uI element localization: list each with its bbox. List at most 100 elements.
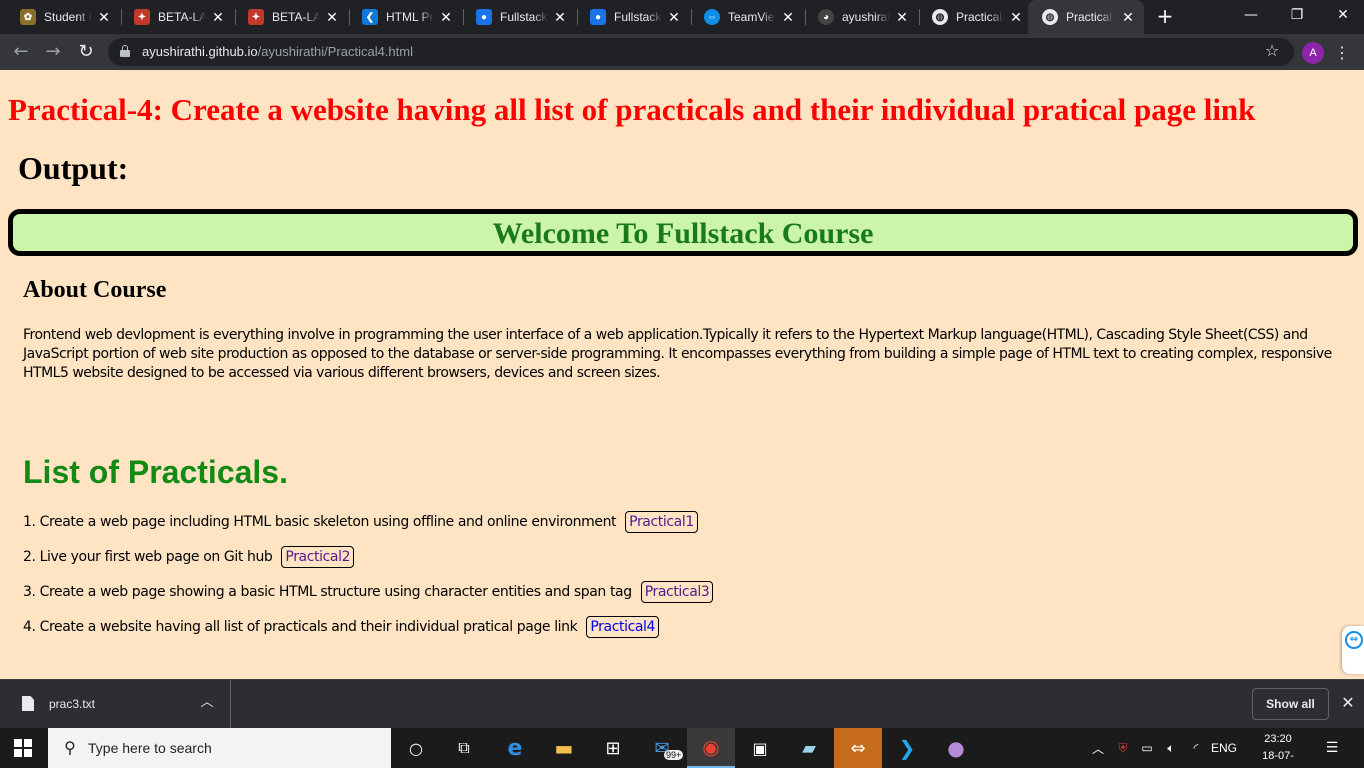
- notification-center-icon[interactable]: ☰: [1322, 738, 1342, 758]
- clock-date: 18-07-2020: [1262, 750, 1294, 768]
- url-path: /ayushirathi/Practical4.html: [257, 44, 413, 59]
- practical-link-2[interactable]: Practical2: [281, 546, 355, 568]
- close-icon[interactable]: ✕: [552, 9, 568, 25]
- cortana-icon[interactable]: ○: [392, 728, 440, 768]
- battery-icon[interactable]: ▭: [1136, 728, 1158, 768]
- tab[interactable]: ✦ BETA-LAB ✕: [114, 0, 234, 34]
- tab[interactable]: ● Fullstack ✕: [456, 0, 576, 34]
- mail-badge: 99+: [664, 750, 684, 760]
- store-icon[interactable]: ⊞: [589, 728, 637, 768]
- about-heading: About Course: [23, 277, 167, 303]
- tab-title: Practical-: [956, 10, 1004, 24]
- close-icon[interactable]: ✕: [1120, 9, 1136, 25]
- vscode-icon[interactable]: ❯: [883, 728, 931, 768]
- tab[interactable]: ◕ ayushirat ✕: [798, 0, 918, 34]
- practical-description: 4. Create a website having all list of p…: [23, 619, 578, 635]
- file-explorer-icon[interactable]: ▬: [540, 728, 588, 768]
- mail-icon[interactable]: ✉ 99+: [638, 728, 686, 768]
- windows-start-icon[interactable]: [14, 739, 32, 757]
- close-icon[interactable]: ✕: [96, 9, 112, 25]
- close-window-button[interactable]: ✕: [1320, 0, 1364, 30]
- tab-title: Practical-: [1066, 10, 1114, 24]
- language-indicator[interactable]: ENG: [1208, 728, 1240, 768]
- antivirus-icon[interactable]: ⛨: [1112, 728, 1134, 768]
- reload-button[interactable]: ↻: [74, 40, 98, 64]
- tab-title: BETA-LAB: [158, 10, 206, 24]
- new-tab-button[interactable]: +: [1154, 5, 1176, 27]
- output-heading: Output:: [18, 150, 129, 186]
- volume-icon[interactable]: 🔈︎: [1160, 728, 1182, 768]
- practical-description: 2. Live your first web page on Git hub: [23, 549, 273, 565]
- back-button[interactable]: ←: [9, 40, 33, 64]
- close-icon[interactable]: ✕: [666, 9, 682, 25]
- page-title: Practical-4: Create a website having all…: [8, 92, 1256, 127]
- chevron-up-icon[interactable]: ︿: [1088, 728, 1108, 768]
- practical-description: 1. Create a web page including HTML basi…: [23, 514, 617, 530]
- list-item: 4. Create a website having all list of p…: [23, 616, 660, 638]
- tab-strip: ✿ Student C ✕ ✦ BETA-LAB ✕ ✦ BETA-LAB ✕ …: [0, 0, 1364, 34]
- edge-icon[interactable]: e: [491, 728, 539, 768]
- classroom-favicon-icon: ●: [476, 9, 492, 25]
- notepad-icon[interactable]: ▰: [785, 728, 833, 768]
- url-text: ayushirathi.github.io/ayushirathi/Practi…: [142, 44, 413, 59]
- close-icon[interactable]: ✕: [324, 9, 340, 25]
- tab[interactable]: ✦ BETA-LAB ✕: [228, 0, 348, 34]
- list-heading: List of Practicals.: [23, 454, 288, 490]
- close-icon[interactable]: ✕: [1008, 9, 1024, 25]
- chevron-up-icon[interactable]: ︿: [199, 693, 215, 713]
- github-desktop-icon[interactable]: ●: [932, 728, 980, 768]
- menu-kebab-icon[interactable]: ⋮: [1334, 42, 1350, 64]
- practical-link-1[interactable]: Practical1: [625, 511, 698, 533]
- wifi-icon[interactable]: ◜: [1185, 728, 1207, 768]
- teamviewer-widget[interactable]: ⇔: [1342, 626, 1364, 674]
- beta-lab-favicon-icon: ✦: [134, 9, 150, 25]
- tab-title: ayushirat: [842, 10, 890, 24]
- tab-title: BETA-LAB: [272, 10, 320, 24]
- close-icon[interactable]: ✕: [438, 9, 454, 25]
- tab[interactable]: ⇔ TeamView ✕: [684, 0, 804, 34]
- tab[interactable]: ❮ HTML Pra ✕: [342, 0, 462, 34]
- page-content: Practical-4: Create a website having all…: [0, 70, 1364, 679]
- close-icon[interactable]: ✕: [1338, 693, 1358, 713]
- windows-taskbar: ⚲ Type here to search ○ ⧉ e ▬ ⊞ ✉ 99+ ◉ ▣…: [0, 728, 1364, 768]
- tab[interactable]: ◍ Practical- ✕: [912, 0, 1032, 34]
- browser-toolbar: ← → ↻ ayushirathi.github.io/ayushirathi/…: [0, 34, 1364, 70]
- practical-description: 3. Create a web page showing a basic HTM…: [23, 584, 632, 600]
- close-icon[interactable]: ✕: [780, 9, 796, 25]
- task-view-icon[interactable]: ⧉: [440, 728, 488, 768]
- list-item: 2. Live your first web page on Git hub P…: [23, 546, 355, 568]
- welcome-banner: Welcome To Fullstack Course: [8, 209, 1358, 256]
- close-icon[interactable]: ✕: [210, 9, 226, 25]
- forward-button[interactable]: →: [41, 40, 65, 64]
- system-clock[interactable]: 23:20 18-07-2020: [1250, 731, 1306, 768]
- tab-title: Fullstack: [614, 10, 662, 24]
- tab[interactable]: ● Fullstack ✕: [570, 0, 690, 34]
- show-all-button[interactable]: Show all: [1252, 688, 1329, 720]
- profile-avatar[interactable]: A: [1302, 42, 1324, 64]
- tab-title: Fullstack: [500, 10, 548, 24]
- practical-link-4[interactable]: Practical4: [586, 616, 660, 638]
- bookmark-star-icon[interactable]: ☆: [1262, 41, 1282, 61]
- taskbar-search-input[interactable]: ⚲ Type here to search: [48, 728, 391, 768]
- practical-link-3[interactable]: Practical3: [640, 581, 714, 603]
- download-item[interactable]: prac3.txt ︿: [0, 680, 231, 729]
- lock-icon: [120, 45, 130, 57]
- file-icon: [22, 696, 34, 711]
- teamviewer-favicon-icon: ⇔: [704, 9, 720, 25]
- github-favicon-icon: ◕: [818, 9, 834, 25]
- close-icon[interactable]: ✕: [894, 9, 910, 25]
- student-favicon-icon: ✿: [20, 9, 36, 25]
- welcome-banner-text: Welcome To Fullstack Course: [492, 217, 874, 250]
- tab-title: HTML Pra: [386, 10, 434, 24]
- minimize-button[interactable]: —: [1228, 0, 1274, 30]
- classroom-favicon-icon: ●: [590, 9, 606, 25]
- teamviewer-icon[interactable]: ⇔: [834, 728, 882, 768]
- tab-title: Student C: [44, 10, 92, 24]
- screen-recorder-icon[interactable]: ▣: [736, 728, 784, 768]
- tab-active[interactable]: ◍ Practical- ✕: [1028, 0, 1144, 34]
- restore-button[interactable]: ❐: [1274, 0, 1320, 30]
- tab[interactable]: ✿ Student C ✕: [0, 0, 120, 34]
- address-bar[interactable]: ayushirathi.github.io/ayushirathi/Practi…: [108, 38, 1294, 66]
- globe-favicon-icon: ◍: [1042, 9, 1058, 25]
- chrome-icon[interactable]: ◉: [687, 728, 735, 768]
